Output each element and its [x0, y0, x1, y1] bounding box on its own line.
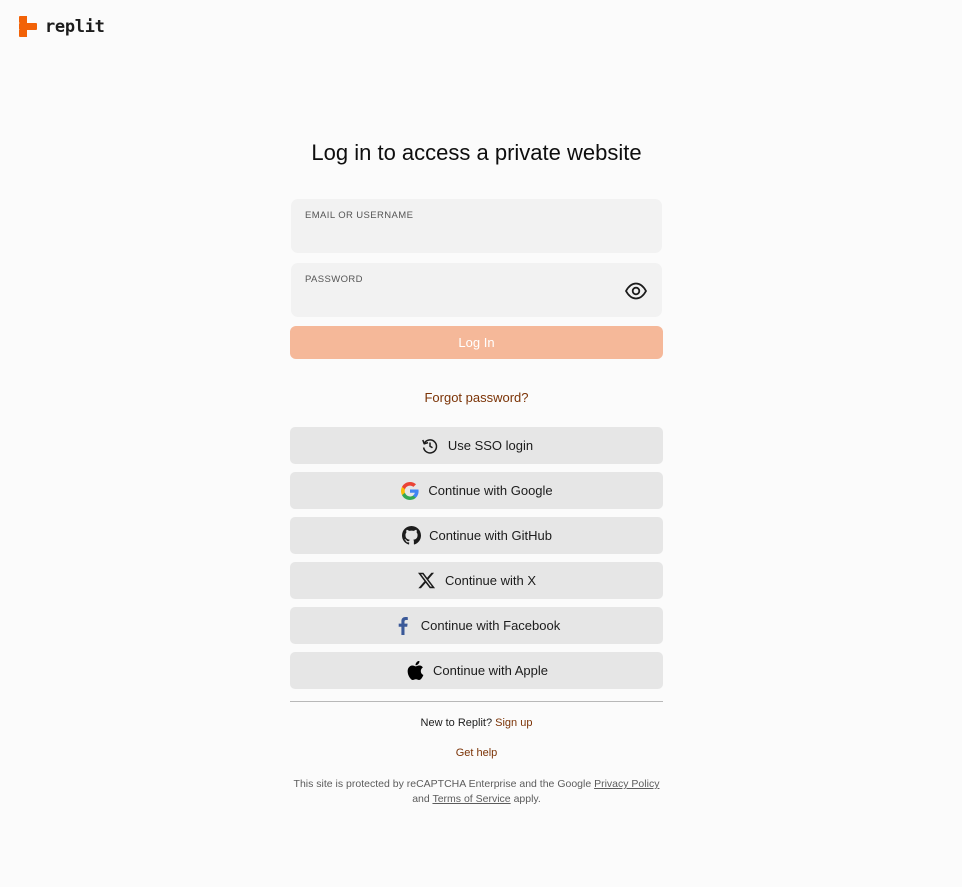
facebook-login-button[interactable]: Continue with Facebook	[290, 607, 663, 644]
apple-login-label: Continue with Apple	[433, 663, 548, 678]
password-input[interactable]	[305, 288, 605, 310]
google-login-label: Continue with Google	[428, 483, 553, 498]
x-icon	[417, 571, 437, 591]
signup-prompt: New to Replit? Sign up	[290, 717, 663, 729]
github-icon	[401, 526, 421, 546]
apple-login-button[interactable]: Continue with Apple	[290, 652, 663, 689]
facebook-login-label: Continue with Facebook	[420, 618, 561, 633]
page-title: Log in to access a private website	[311, 140, 642, 165]
sso-login-button[interactable]: Use SSO login	[290, 427, 663, 464]
forgot-password-link[interactable]: Forgot password?	[290, 390, 663, 405]
new-to-replit-text: New to Replit?	[420, 717, 493, 729]
x-login-label: Continue with X	[444, 573, 537, 588]
facebook-icon	[393, 616, 413, 636]
login-button[interactable]: Log In	[290, 326, 663, 359]
divider	[290, 701, 663, 702]
sso-refresh-icon	[420, 436, 440, 456]
github-login-label: Continue with GitHub	[429, 528, 552, 543]
recaptcha-notice: This site is protected by reCAPTCHA Ente…	[290, 777, 663, 807]
password-label: PASSWORD	[305, 274, 363, 285]
replit-logo[interactable]: replit	[19, 16, 105, 37]
get-help-link[interactable]: Get help	[290, 747, 663, 759]
legal-suffix: apply.	[513, 793, 541, 805]
password-field[interactable]: PASSWORD	[291, 263, 662, 317]
apple-icon	[405, 661, 425, 681]
x-login-button[interactable]: Continue with X	[290, 562, 663, 599]
privacy-policy-link[interactable]: Privacy Policy	[594, 778, 659, 790]
username-field[interactable]: EMAIL OR USERNAME	[291, 199, 662, 253]
signup-link[interactable]: Sign up	[495, 717, 532, 729]
eye-icon[interactable]	[624, 281, 648, 301]
username-input[interactable]	[305, 224, 605, 246]
sso-login-label: Use SSO login	[447, 438, 534, 453]
github-login-button[interactable]: Continue with GitHub	[290, 517, 663, 554]
legal-and: and	[412, 793, 430, 805]
legal-prefix: This site is protected by reCAPTCHA Ente…	[293, 778, 592, 790]
google-icon	[400, 481, 420, 501]
username-label: EMAIL OR USERNAME	[305, 210, 414, 221]
replit-wordmark: replit	[45, 16, 105, 37]
google-login-button[interactable]: Continue with Google	[290, 472, 663, 509]
replit-logo-icon	[19, 16, 37, 37]
terms-of-service-link[interactable]: Terms of Service	[432, 793, 510, 805]
